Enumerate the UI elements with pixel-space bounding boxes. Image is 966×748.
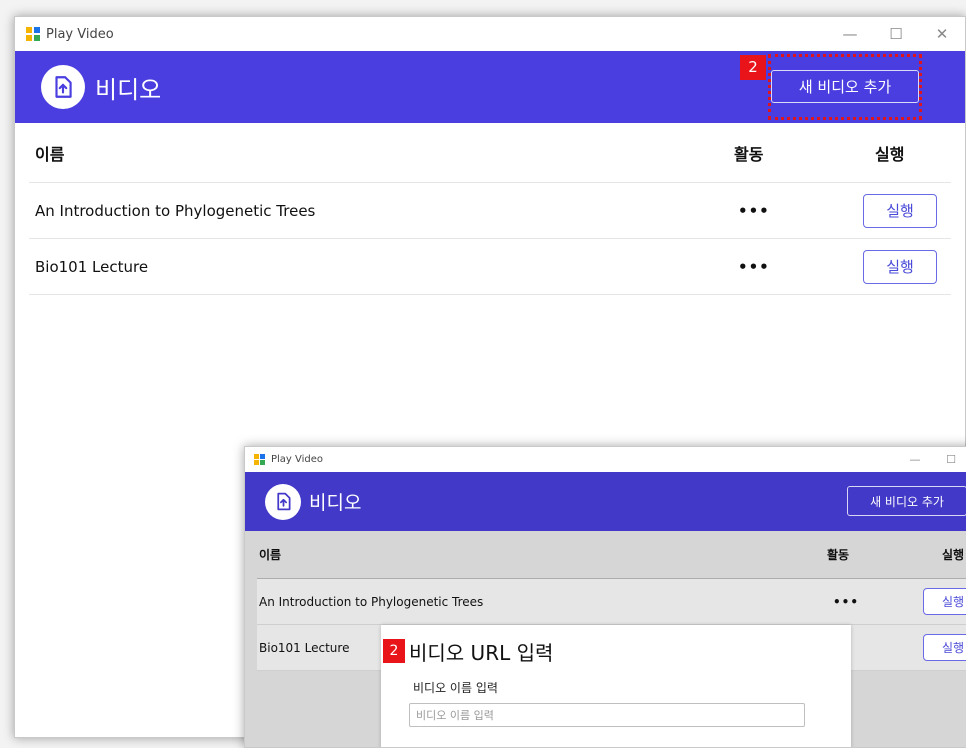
window-title: Play Video — [271, 454, 324, 465]
video-name-label: 비디오 이름 입력 — [413, 681, 498, 695]
inset-window: Play Video — ☐ 비디오 새 비디오 추가 이름 활동 실행 An … — [244, 446, 966, 748]
video-name-input[interactable] — [409, 703, 805, 727]
upload-file-icon — [41, 65, 85, 109]
video-name: Bio101 Lecture — [259, 640, 350, 655]
video-name: Bio101 Lecture — [35, 257, 149, 276]
more-options-icon[interactable]: ••• — [738, 239, 770, 294]
table-header: 이름 활동 실행 — [29, 123, 951, 183]
title-bar: Play Video — ☐ — [245, 447, 966, 472]
close-icon[interactable]: ✕ — [919, 17, 965, 51]
run-button[interactable]: 실행 — [863, 249, 937, 284]
table-row: An Introduction to Phylogenetic Trees ••… — [257, 579, 966, 625]
minimize-icon[interactable]: — — [897, 447, 933, 472]
step-badge: 2 — [383, 639, 405, 663]
more-options-icon[interactable]: ••• — [833, 579, 859, 624]
app-grid-icon — [26, 27, 40, 41]
column-activity: 활동 — [734, 144, 764, 164]
video-url-dialog: 2 비디오 URL 입력 비디오 이름 입력 — [381, 625, 851, 747]
app-title: 비디오 — [309, 492, 362, 514]
dialog-title: 비디오 URL 입력 — [409, 641, 554, 665]
column-name: 이름 — [35, 144, 65, 164]
add-video-button[interactable]: 새 비디오 추가 — [771, 70, 919, 103]
app-header: 비디오 새 비디오 추가 — [245, 472, 966, 531]
table-row: Bio101 Lecture ••• 실행 — [29, 239, 951, 295]
video-name: An Introduction to Phylogenetic Trees — [259, 594, 484, 609]
maximize-icon[interactable]: ☐ — [873, 17, 919, 51]
add-video-button[interactable]: 새 비디오 추가 — [847, 486, 966, 516]
more-options-icon[interactable]: ••• — [738, 183, 770, 238]
app-grid-icon — [254, 454, 265, 465]
app-title: 비디오 — [95, 75, 162, 104]
upload-file-icon — [265, 483, 301, 520]
run-button[interactable]: 실행 — [863, 193, 937, 228]
step-badge: 2 — [740, 55, 766, 80]
window-title: Play Video — [46, 26, 114, 42]
maximize-icon[interactable]: ☐ — [933, 447, 966, 472]
run-button[interactable]: 실행 — [923, 634, 966, 661]
video-name: An Introduction to Phylogenetic Trees — [35, 201, 316, 220]
column-run: 실행 — [875, 144, 905, 164]
app-header: 비디오 2 새 비디오 추가 — [15, 51, 965, 123]
minimize-icon[interactable]: — — [827, 17, 873, 51]
table-row: An Introduction to Phylogenetic Trees ••… — [29, 183, 951, 239]
run-button[interactable]: 실행 — [923, 588, 966, 615]
title-bar: Play Video — ☐ ✕ — [15, 17, 965, 51]
